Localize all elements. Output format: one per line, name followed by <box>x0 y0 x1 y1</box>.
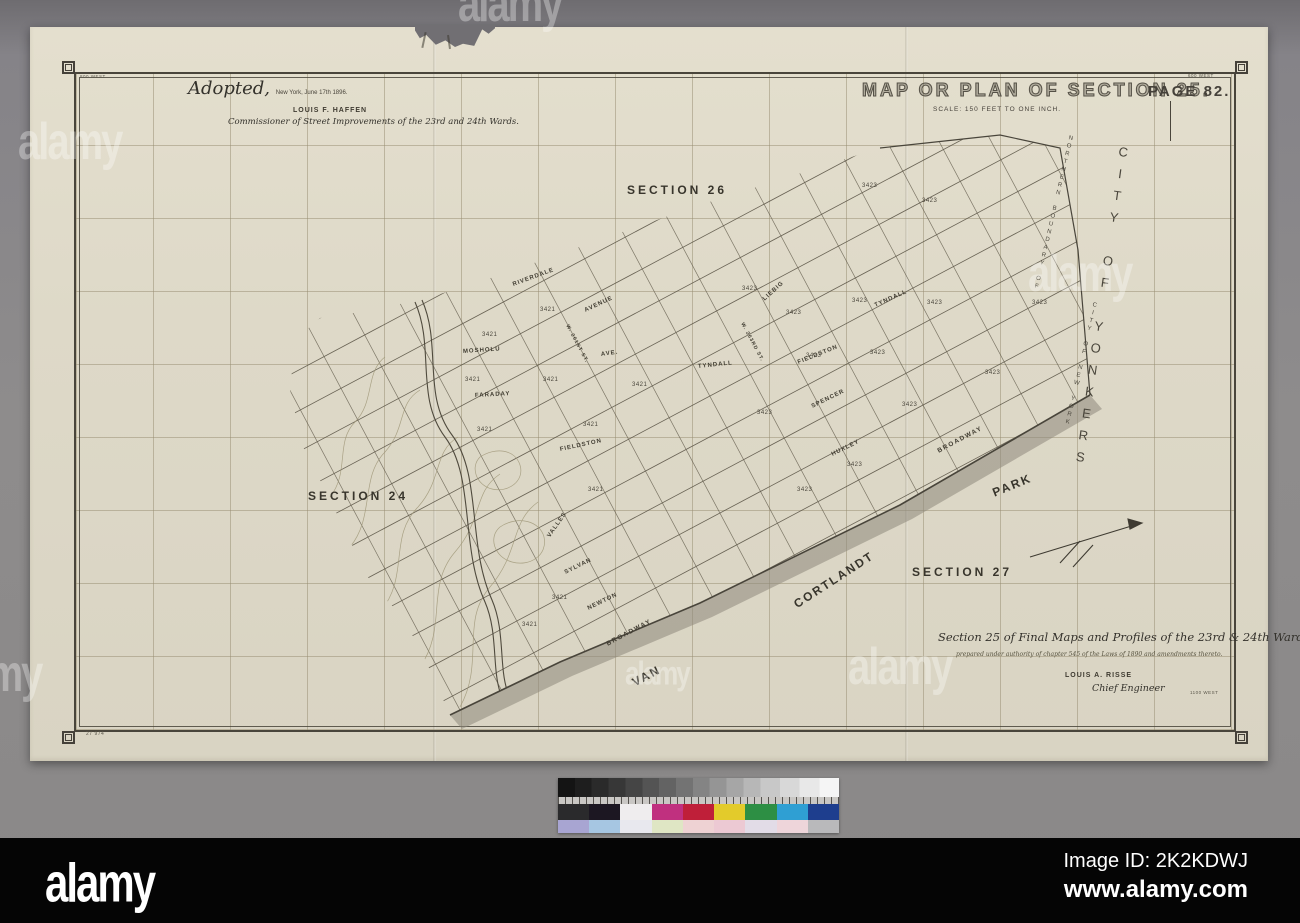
alamy-watermark: alamy <box>0 645 43 703</box>
stock-photo-page: Adopted, New York, June 17th 1896. LOUIS… <box>0 0 1300 923</box>
engineer-title: Chief Engineer <box>1092 683 1165 694</box>
alamy-footer-bar: alamy Image ID: 2K2KDWJ www.alamy.com <box>0 838 1300 923</box>
adopted-date: New York, June 17th 1896. <box>275 90 348 96</box>
block-number: 3421 <box>465 377 481 383</box>
color-swatch <box>620 820 652 833</box>
block-number: 3421 <box>588 487 604 493</box>
alamy-logo: alamy <box>45 852 156 914</box>
block-number: 3423 <box>985 370 1001 376</box>
block-number: 3421 <box>552 595 568 601</box>
section-24-label: SECTION 24 <box>308 489 409 503</box>
edge-label-top-left: 800 WEST <box>80 74 106 79</box>
color-swatch <box>589 804 621 820</box>
block-number: 3421 <box>482 332 498 338</box>
color-swatch <box>558 804 590 820</box>
color-swatch <box>745 804 777 820</box>
scale-note: SCALE: 150 FEET TO ONE INCH. <box>933 106 1062 113</box>
color-swatch <box>682 820 715 833</box>
alamy-watermark: alamy <box>1028 245 1133 303</box>
color-swatch <box>620 804 652 820</box>
edge-label-bottom-right: 1100 WEST <box>1190 690 1219 695</box>
alamy-watermark: alamy <box>18 113 123 171</box>
block-number: 3423 <box>927 300 943 306</box>
block-number: 3421 <box>632 382 648 388</box>
color-swatch <box>558 820 590 833</box>
block-number: 3423 <box>852 298 868 304</box>
page-number: PAGE 82. <box>1148 83 1231 100</box>
alamy-watermark: alamy <box>458 0 563 33</box>
footnote-title: Section 25 of Final Maps and Profiles of… <box>938 630 1300 644</box>
block-number: 3423 <box>847 462 863 468</box>
section-27-label: SECTION 27 <box>912 565 1013 579</box>
block-number: 3423 <box>902 402 918 408</box>
color-swatch <box>807 820 839 833</box>
image-id-text: Image ID: 2K2KDWJ <box>1063 850 1248 872</box>
block-number: 3423 <box>786 310 802 316</box>
color-swatch <box>682 804 715 820</box>
color-swatch <box>807 804 839 820</box>
color-swatch <box>776 820 808 833</box>
color-swatch <box>651 804 683 820</box>
color-swatch <box>714 820 746 833</box>
section-26-label: SECTION 26 <box>627 183 728 197</box>
commissioner-title: Commissioner of Street Improvements of t… <box>228 117 519 127</box>
block-number: 3423 <box>806 353 822 359</box>
color-swatch <box>589 820 621 833</box>
adopted-word: Adopted, <box>188 78 271 99</box>
block-number: 3423 <box>797 487 813 493</box>
color-swatch <box>651 820 683 833</box>
commissioner-name: LOUIS F. HAFFEN <box>293 107 368 114</box>
alamy-watermark: alamy <box>625 653 691 693</box>
block-number: 3423 <box>862 183 878 189</box>
alamy-url-text: www.alamy.com <box>1063 876 1248 903</box>
north-arrow <box>1029 518 1144 568</box>
color-swatch <box>714 804 746 820</box>
edge-label-top-right: 600 WEST <box>1188 73 1214 78</box>
block-number: 3423 <box>757 410 773 416</box>
grayscale-strip <box>558 778 839 797</box>
block-number: 3423 <box>922 198 938 204</box>
block-number: 3421 <box>522 622 538 628</box>
block-number: 3421 <box>540 307 556 313</box>
adopted-note: Adopted, New York, June 17th 1896. <box>188 78 347 99</box>
block-number: 3421 <box>583 422 599 428</box>
plate-number: 27 974 <box>86 731 105 737</box>
block-number: 3421 <box>543 377 559 383</box>
color-swatch <box>776 804 808 820</box>
block-number: 3423 <box>870 350 886 356</box>
color-calibration-bar <box>558 778 839 833</box>
color-swatch-row-2 <box>558 820 839 833</box>
ruler-strip <box>558 797 839 804</box>
color-swatch <box>745 820 777 833</box>
alamy-watermark: alamy <box>848 638 953 696</box>
color-swatch-row-1 <box>558 804 839 820</box>
footnote-subtitle: prepared under authority of chapter 545 … <box>956 651 1223 658</box>
block-number: 3423 <box>742 286 758 292</box>
block-number: 3421 <box>477 427 493 433</box>
engineer-name: LOUIS A. RISSE <box>1065 672 1133 679</box>
